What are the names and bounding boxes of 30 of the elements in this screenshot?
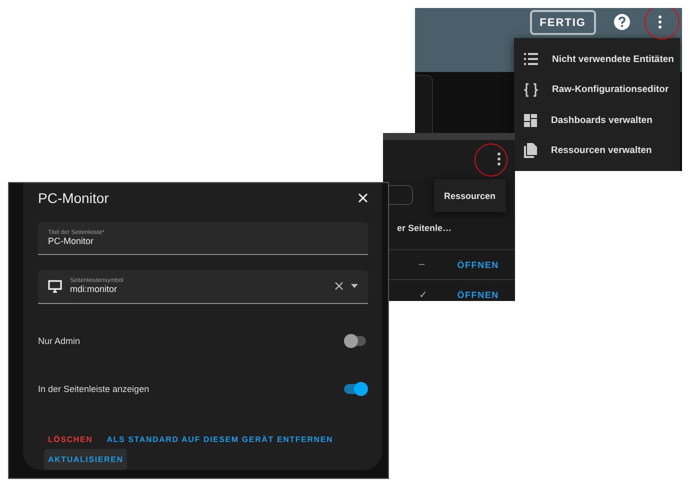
more-icon[interactable]: [658, 15, 662, 29]
toggle-label: In der Seitenleiste anzeigen: [38, 384, 150, 394]
dashboard-icon: [524, 114, 537, 127]
documents-icon: [524, 143, 537, 158]
close-icon[interactable]: [358, 192, 368, 203]
list-icon: [524, 53, 538, 66]
menu-item[interactable]: Ressourcen: [434, 185, 506, 206]
clear-icon[interactable]: [335, 282, 343, 290]
cell-value: –: [419, 259, 425, 270]
menu-item[interactable]: Raw-Konfigurationseditor: [514, 74, 680, 105]
open-link[interactable]: ÖFFNEN: [457, 260, 499, 270]
menu-item[interactable]: Ressourcen verwalten: [514, 136, 680, 166]
caret-icon[interactable]: [351, 284, 358, 288]
menu-item[interactable]: Nicht verwendete Entitäten: [514, 44, 680, 74]
help-icon[interactable]: [614, 14, 630, 30]
highlight-circle: [474, 144, 508, 176]
monitor-icon: [48, 280, 62, 293]
more-icon[interactable]: [497, 152, 501, 166]
action-button[interactable]: AKTUALISIEREN: [44, 449, 128, 470]
cell-value: ✓: [419, 288, 427, 300]
toggle-label: Nur Admin: [38, 336, 80, 346]
toggle-switch[interactable]: [344, 334, 368, 348]
dialog-title: PC-Monitor: [38, 190, 109, 206]
menu-item[interactable]: Dashboards verwalten: [514, 105, 680, 136]
toggle-switch[interactable]: [344, 382, 368, 396]
delete-button[interactable]: LÖSCHEN: [48, 435, 93, 444]
code-braces-icon: [524, 82, 538, 97]
open-link[interactable]: ÖFFNEN: [457, 290, 499, 300]
done-button[interactable]: FERTIG: [530, 10, 596, 35]
action-button[interactable]: ALS STANDARD AUF DIESEM GERÄT ENTFERNEN: [106, 435, 334, 444]
